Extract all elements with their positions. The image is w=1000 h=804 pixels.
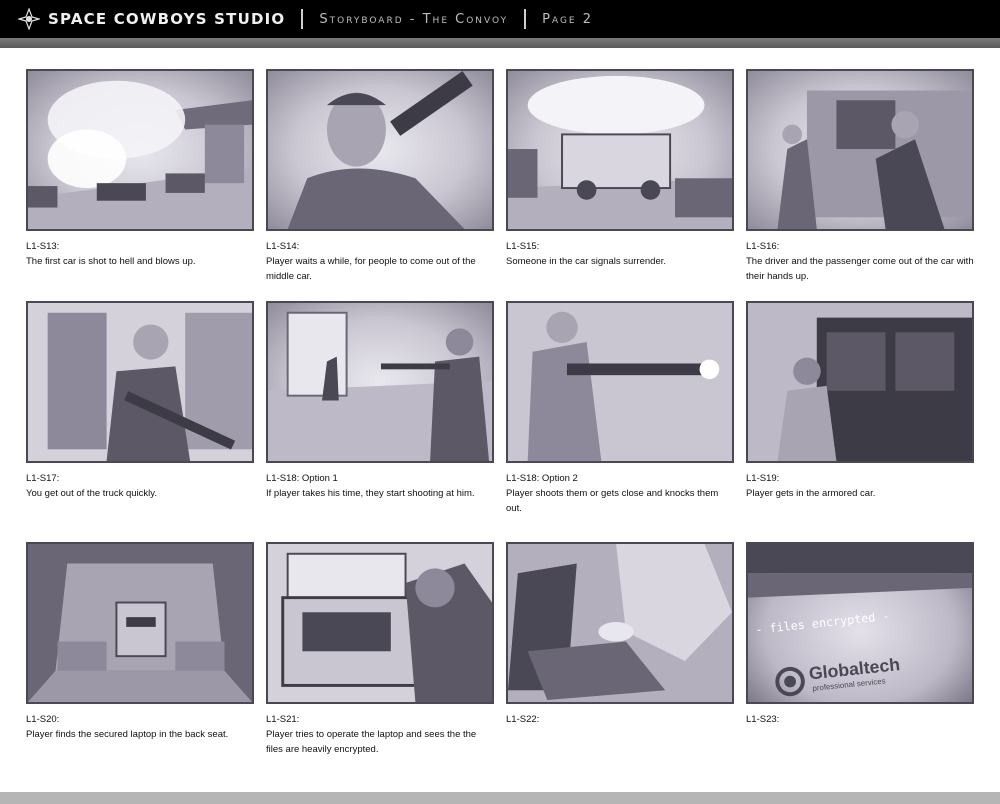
panel-description: Player gets in the armored car. (746, 488, 876, 499)
panel-id: L1-S14: (266, 241, 300, 252)
panel-sketch (266, 542, 494, 704)
storyboard-panel: L1-S14: Player waits a while, for people… (266, 69, 494, 284)
panel-id: L1-S16: (746, 241, 780, 252)
panel-sketch (266, 69, 494, 231)
panel-description: Player finds the secured laptop in the b… (26, 729, 229, 740)
storyboard-panel: L1-S15: Someone in the car signals surre… (506, 69, 734, 269)
panel-sketch: - files encrypted - Globaltech professio… (746, 542, 974, 704)
globaltech-logo: Globaltech professional services (775, 654, 901, 697)
storyboard-grid: L1-S13: The first car is shot to hell an… (0, 0, 1000, 804)
panel-id: L1-S17: (26, 473, 60, 484)
panel-sketch (506, 69, 734, 231)
panel-sketch (26, 69, 254, 231)
panel-sketch (266, 301, 494, 463)
panel-id: L1-S20: (26, 714, 60, 725)
storyboard-panel: L1-S18: Option 2 Player shoots them or g… (506, 301, 734, 516)
storyboard-panel: - files encrypted - Globaltech professio… (746, 542, 974, 727)
panel-description: The first car is shot to hell and blows … (26, 256, 196, 267)
panel-sketch (746, 69, 974, 231)
panel-description: The driver and the passenger come out of… (746, 256, 974, 282)
storyboard-panel: L1-S19: Player gets in the armored car. (746, 301, 974, 501)
panel-sketch (506, 301, 734, 463)
panel-description: Player shoots them or gets close and kno… (506, 488, 719, 514)
storyboard-panel: L1-S20: Player finds the secured laptop … (26, 542, 254, 742)
panel-description: Someone in the car signals surrender. (506, 256, 667, 267)
panel-id: L1-S15: (506, 241, 540, 252)
footer-bar (0, 792, 1000, 804)
storyboard-panel: L1-S16: The driver and the passenger com… (746, 69, 974, 284)
storyboard-panel: L1-S13: The first car is shot to hell an… (26, 69, 254, 269)
panel-description: You get out of the truck quickly. (26, 488, 157, 499)
storyboard-panel: L1-S18: Option 1 If player takes his tim… (266, 301, 494, 501)
panel-id: L1-S21: (266, 714, 300, 725)
panel-id: L1-S18: Option 1 (266, 473, 338, 484)
panel-id: L1-S18: Option 2 (506, 473, 578, 484)
storyboard-panel: L1-S17: You get out of the truck quickly… (26, 301, 254, 501)
storyboard-panel: L1-S21: Player tries to operate the lapt… (266, 542, 494, 757)
encrypted-text: - files encrypted - (755, 609, 890, 637)
panel-sketch (26, 301, 254, 463)
panel-sketch (506, 542, 734, 704)
panel-sketch (26, 542, 254, 704)
panel-description: If player takes his time, they start sho… (266, 488, 475, 499)
panel-id: L1-S22: (506, 714, 540, 725)
panel-description: Player waits a while, for people to come… (266, 256, 476, 282)
panel-id: L1-S23: (746, 714, 780, 725)
panel-description: Player tries to operate the laptop and s… (266, 729, 477, 755)
panel-sketch (746, 301, 974, 463)
panel-id: L1-S19: (746, 473, 780, 484)
panel-id: L1-S13: (26, 241, 60, 252)
storyboard-panel: L1-S22: (506, 542, 734, 727)
